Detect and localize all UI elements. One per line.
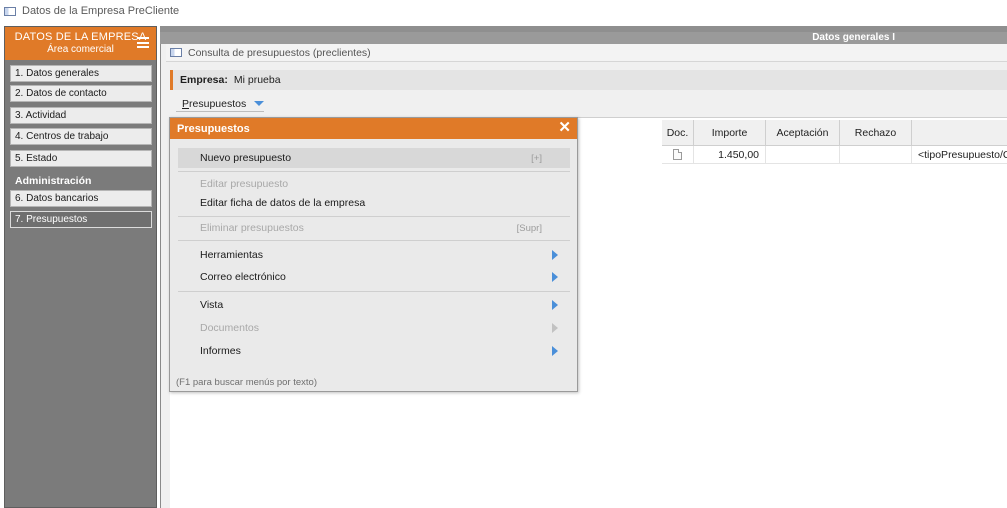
menu-item-nuevo-presupuesto[interactable]: Nuevo presupuesto [+] [178, 148, 570, 168]
menu-item-documentos[interactable]: Documentos [178, 318, 570, 338]
menu-separator [178, 216, 570, 217]
column-header-aceptacion[interactable]: Aceptación [766, 120, 840, 146]
sidebar-item-actividad[interactable]: 3. Actividad [10, 107, 152, 124]
presupuestos-button-mnemonic: P [182, 97, 190, 110]
presupuestos-menu-button[interactable]: Presupuestos [176, 96, 265, 112]
document-icon [673, 149, 682, 160]
window-title: Datos de la Empresa PreCliente [22, 5, 180, 17]
hamburger-menu-icon[interactable] [137, 37, 149, 48]
menu-item-label: Correo electrónico [200, 271, 286, 283]
window-icon [4, 6, 16, 16]
menu-separator [178, 171, 570, 172]
close-icon[interactable]: ✕ [558, 120, 571, 136]
menu-separator [178, 291, 570, 292]
section-header: Datos generales I [160, 32, 1007, 44]
popup-footer-hint: (F1 para buscar menús por texto) [176, 377, 317, 388]
column-header-rechazo[interactable]: Rechazo [840, 120, 912, 146]
menu-item-shortcut: [+] [531, 152, 542, 164]
menu-item-correo-electronico[interactable]: Correo electrónico [178, 267, 570, 287]
table-cell-aceptacion[interactable] [766, 146, 840, 164]
empresa-bar: Empresa: Mi prueba [170, 70, 1007, 90]
column-header-importe[interactable]: Importe [694, 120, 766, 146]
empresa-value: Mi prueba [233, 74, 281, 86]
popup-header: Presupuestos ✕ [170, 118, 577, 139]
sidebar-header-subtitle: Área comercial [47, 44, 114, 55]
chevron-right-icon [552, 300, 558, 310]
menu-item-label: Editar presupuesto [200, 178, 289, 190]
menu-item-label: Informes [200, 345, 241, 357]
menu-item-label: Vista [200, 299, 224, 311]
column-header-doc[interactable]: Doc. [662, 120, 694, 146]
menu-item-vista[interactable]: Vista [178, 295, 570, 315]
menu-item-label: Documentos [200, 322, 259, 334]
sidebar-item-estado[interactable]: 5. Estado [10, 150, 152, 167]
presupuestos-button-label: resupuestos [189, 97, 247, 110]
menu-item-label: Nuevo presupuesto [200, 152, 292, 164]
inner-window-title: Consulta de presupuestos (preclientes) [166, 44, 1007, 62]
chevron-right-icon [552, 323, 558, 333]
sidebar-header: DATOS DE LA EMPRESA Área comercial [5, 27, 156, 60]
table-cell-doc[interactable] [662, 146, 694, 164]
sidebar: DATOS DE LA EMPRESA Área comercial 1. Da… [4, 26, 157, 508]
popup-title: Presupuestos [177, 122, 250, 135]
menu-item-shortcut: [Supr] [516, 222, 542, 234]
column-header-extra[interactable] [912, 120, 1007, 146]
menu-item-editar-presupuesto[interactable]: Editar presupuesto [178, 174, 570, 194]
table-cell-extra[interactable]: <tipoPresupuesto/Contra [912, 146, 1007, 164]
window-titlebar: Datos de la Empresa PreCliente [0, 0, 1007, 22]
sidebar-item-datos-generales[interactable]: 1. Datos generales [10, 65, 152, 82]
sidebar-item-datos-contacto[interactable]: 2. Datos de contacto [10, 85, 152, 102]
sidebar-header-title: DATOS DE LA EMPRESA [14, 31, 147, 43]
table-cell-rechazo[interactable] [840, 146, 912, 164]
menu-item-label: Eliminar presupuestos [200, 222, 304, 234]
chevron-down-icon [254, 101, 265, 106]
menu-item-eliminar-presupuestos[interactable]: Eliminar presupuestos [Supr] [178, 218, 570, 238]
menu-item-label: Editar ficha de datos de la empresa [200, 197, 366, 209]
menu-item-herramientas[interactable]: Herramientas [178, 245, 570, 265]
sidebar-item-datos-bancarios[interactable]: 6. Datos bancarios [10, 190, 152, 207]
table-cell-importe[interactable]: 1.450,00 [694, 146, 766, 164]
chevron-right-icon [552, 250, 558, 260]
sidebar-item-centros-trabajo[interactable]: 4. Centros de trabajo [10, 128, 152, 145]
inner-window-icon [170, 48, 182, 57]
menu-item-editar-ficha[interactable]: Editar ficha de datos de la empresa [178, 193, 570, 213]
menu-separator [178, 240, 570, 241]
sidebar-section-administracion: Administración [15, 175, 92, 187]
presupuestos-popup-menu: Presupuestos ✕ Nuevo presupuesto [+] Edi… [169, 117, 578, 392]
chevron-right-icon [552, 346, 558, 356]
sidebar-item-presupuestos[interactable]: 7. Presupuestos [10, 211, 152, 228]
chevron-right-icon [552, 272, 558, 282]
empresa-label: Empresa: [180, 74, 228, 86]
menu-item-label: Herramientas [200, 249, 264, 261]
inner-window-title-text: Consulta de presupuestos (preclientes) [188, 46, 371, 59]
menu-item-informes[interactable]: Informes [178, 341, 570, 361]
